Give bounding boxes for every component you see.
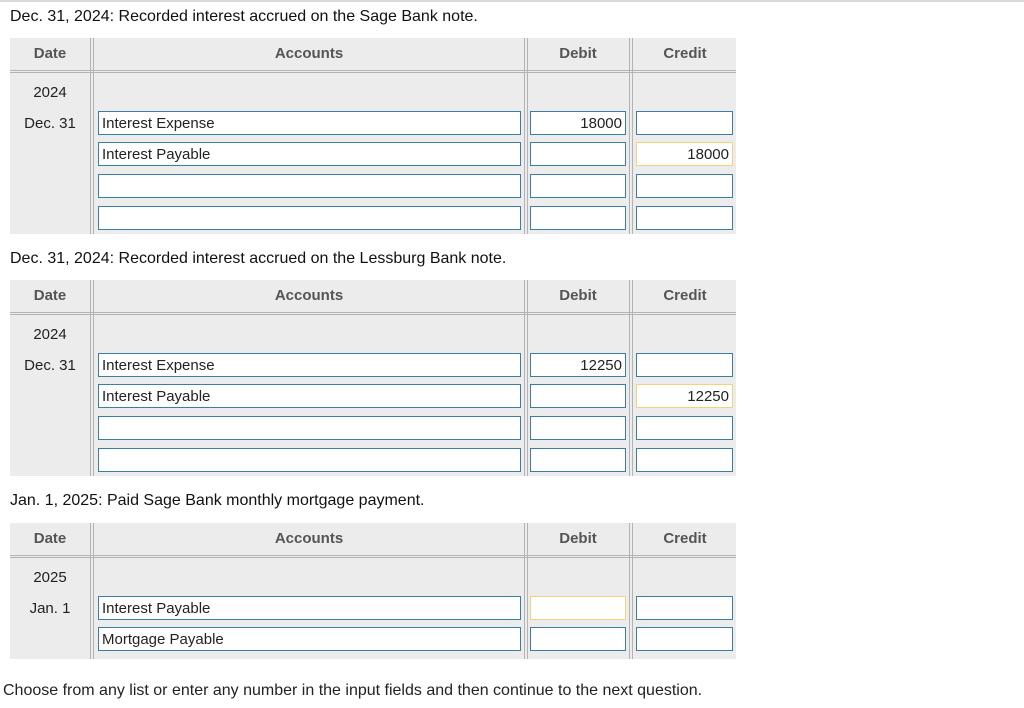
- account-field[interactable]: [98, 206, 521, 230]
- credit-field[interactable]: [636, 206, 733, 230]
- column-divider: [93, 523, 94, 659]
- column-divider: [524, 280, 525, 476]
- header-debit: Debit: [559, 530, 597, 547]
- column-divider: [527, 280, 528, 476]
- account-field[interactable]: [98, 353, 521, 377]
- credit-field[interactable]: [636, 353, 733, 377]
- journal-table-3: Date Accounts Debit Credit 2025 Jan. 1: [10, 523, 736, 659]
- column-divider: [524, 38, 525, 234]
- header-credit: Credit: [663, 287, 707, 304]
- instructions-text: Choose from any list or enter any number…: [3, 682, 703, 699]
- debit-field[interactable]: [530, 142, 626, 166]
- column-divider: [90, 280, 91, 476]
- table-header: Date Accounts Debit Credit: [10, 38, 736, 73]
- header-credit: Credit: [663, 45, 707, 62]
- journal-table-1: Date Accounts Debit Credit 2024 Dec. 31: [10, 38, 736, 234]
- entry-title-3: Jan. 1, 2025: Paid Sage Bank monthly mor…: [10, 492, 425, 509]
- account-field[interactable]: [98, 627, 521, 651]
- credit-field[interactable]: [636, 111, 733, 135]
- account-field[interactable]: [98, 384, 521, 408]
- header-date: Date: [33, 287, 67, 304]
- debit-field[interactable]: [530, 416, 626, 440]
- header-accounts: Accounts: [274, 530, 344, 547]
- debit-field[interactable]: [530, 353, 626, 377]
- entry-year: 2024: [33, 326, 67, 343]
- column-divider: [632, 523, 633, 659]
- debit-field[interactable]: [530, 448, 626, 472]
- entry-date: Dec. 31: [24, 357, 76, 374]
- column-divider: [527, 523, 528, 659]
- header-date: Date: [33, 45, 67, 62]
- credit-field[interactable]: [636, 416, 733, 440]
- credit-field[interactable]: [636, 174, 733, 198]
- debit-field[interactable]: [530, 111, 626, 135]
- header-date: Date: [33, 530, 67, 547]
- column-divider: [632, 280, 633, 476]
- column-divider: [93, 38, 94, 234]
- header-debit: Debit: [559, 45, 597, 62]
- entry-title-1: Dec. 31, 2024: Recorded interest accrued…: [10, 8, 478, 25]
- debit-field[interactable]: [530, 384, 626, 408]
- debit-field[interactable]: [530, 174, 626, 198]
- column-divider: [524, 523, 525, 659]
- table-header: Date Accounts Debit Credit: [10, 280, 736, 315]
- account-field[interactable]: [98, 142, 521, 166]
- column-divider: [527, 38, 528, 234]
- account-field[interactable]: [98, 448, 521, 472]
- header-accounts: Accounts: [274, 287, 344, 304]
- debit-field[interactable]: [530, 596, 626, 620]
- credit-field[interactable]: [636, 384, 733, 408]
- column-divider: [629, 280, 630, 476]
- credit-field[interactable]: [636, 627, 733, 651]
- entry-date: Dec. 31: [24, 115, 76, 132]
- debit-field[interactable]: [530, 206, 626, 230]
- entry-date: Jan. 1: [29, 600, 71, 617]
- entry-title-2: Dec. 31, 2024: Recorded interest accrued…: [10, 250, 507, 267]
- credit-field[interactable]: [636, 448, 733, 472]
- credit-field[interactable]: [636, 142, 733, 166]
- account-field[interactable]: [98, 111, 521, 135]
- table-header: Date Accounts Debit Credit: [10, 523, 736, 558]
- column-divider: [629, 523, 630, 659]
- account-field[interactable]: [98, 416, 521, 440]
- column-divider: [90, 38, 91, 234]
- column-divider: [90, 523, 91, 659]
- header-accounts: Accounts: [274, 45, 344, 62]
- column-divider: [629, 38, 630, 234]
- account-field[interactable]: [98, 174, 521, 198]
- debit-field[interactable]: [530, 627, 626, 651]
- journal-table-2: Date Accounts Debit Credit 2024 Dec. 31: [10, 280, 736, 476]
- top-divider: [0, 0, 1024, 2]
- entry-year: 2024: [33, 84, 67, 101]
- header-credit: Credit: [663, 530, 707, 547]
- header-debit: Debit: [559, 287, 597, 304]
- entry-year: 2025: [33, 569, 67, 586]
- column-divider: [632, 38, 633, 234]
- account-field[interactable]: [98, 596, 521, 620]
- column-divider: [93, 280, 94, 476]
- credit-field[interactable]: [636, 596, 733, 620]
